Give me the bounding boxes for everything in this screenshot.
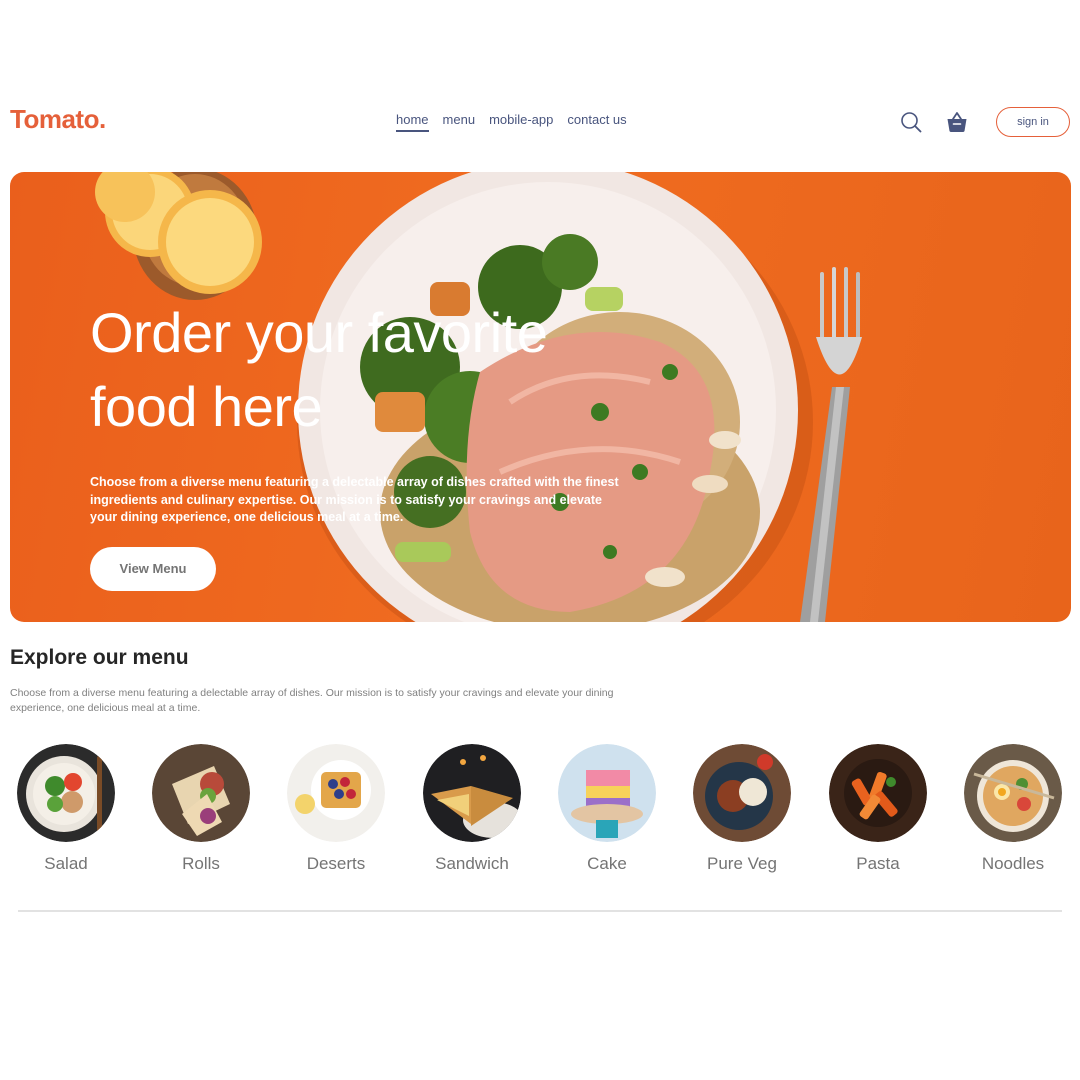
hero-content: Order your favorite food here Choose fro… <box>90 296 650 591</box>
logo[interactable]: Tomato. <box>10 104 106 135</box>
navbar: Tomato. home menu mobile-app contact us … <box>0 96 1080 148</box>
sign-in-button[interactable]: sign in <box>996 107 1070 137</box>
hero-title: Order your favorite food here <box>90 296 650 444</box>
section-divider <box>18 910 1062 912</box>
nav-actions: sign in <box>898 107 1070 137</box>
sandwich-image <box>423 744 521 842</box>
hero-description: Choose from a diverse menu featuring a d… <box>90 475 619 524</box>
nav-links: home menu mobile-app contact us <box>396 112 627 132</box>
menu-item-rolls[interactable]: Rolls <box>141 744 261 874</box>
menu-category-list: Salad Rolls Deserts Sandwich Cake Pure V… <box>0 744 1080 884</box>
pasta-image <box>829 744 927 842</box>
menu-item-label: Sandwich <box>435 854 509 873</box>
menu-item-label: Pasta <box>856 854 900 873</box>
nav-link-mobile-app[interactable]: mobile-app <box>489 112 553 132</box>
hero-title-line-1: Order your favorite <box>90 301 548 364</box>
cake-image <box>558 744 656 842</box>
nav-link-menu[interactable]: menu <box>443 112 476 132</box>
hero-title-line-2: food here <box>90 375 323 438</box>
menu-item-sandwich[interactable]: Sandwich <box>412 744 532 874</box>
menu-item-noodles[interactable]: Noodles <box>953 744 1073 874</box>
menu-item-cake[interactable]: Cake <box>547 744 667 874</box>
nav-link-contact-us[interactable]: contact us <box>567 112 626 132</box>
menu-item-label: Salad <box>44 854 88 873</box>
menu-item-salad[interactable]: Salad <box>6 744 126 874</box>
noodles-image <box>964 744 1062 842</box>
menu-item-deserts[interactable]: Deserts <box>276 744 396 874</box>
menu-item-label: Rolls <box>182 854 220 873</box>
rolls-image <box>152 744 250 842</box>
menu-item-pasta[interactable]: Pasta <box>818 744 938 874</box>
basket-icon[interactable] <box>944 109 970 135</box>
menu-item-label: Cake <box>587 854 627 873</box>
menu-item-label: Pure Veg <box>707 854 777 873</box>
explore-menu-title: Explore our menu <box>10 646 189 669</box>
deserts-image <box>287 744 385 842</box>
view-menu-button[interactable]: View Menu <box>90 546 216 591</box>
explore-menu-description: Choose from a diverse menu featuring a d… <box>10 687 614 714</box>
search-icon[interactable] <box>898 109 924 135</box>
nav-link-home[interactable]: home <box>396 112 429 132</box>
menu-item-label: Noodles <box>981 854 1045 873</box>
salad-image <box>17 744 115 842</box>
menu-item-pure-veg[interactable]: Pure Veg <box>682 744 802 874</box>
menu-item-label: Deserts <box>306 854 366 873</box>
pure-veg-image <box>693 744 791 842</box>
hero-banner: Order your favorite food here Choose fro… <box>10 172 1071 622</box>
